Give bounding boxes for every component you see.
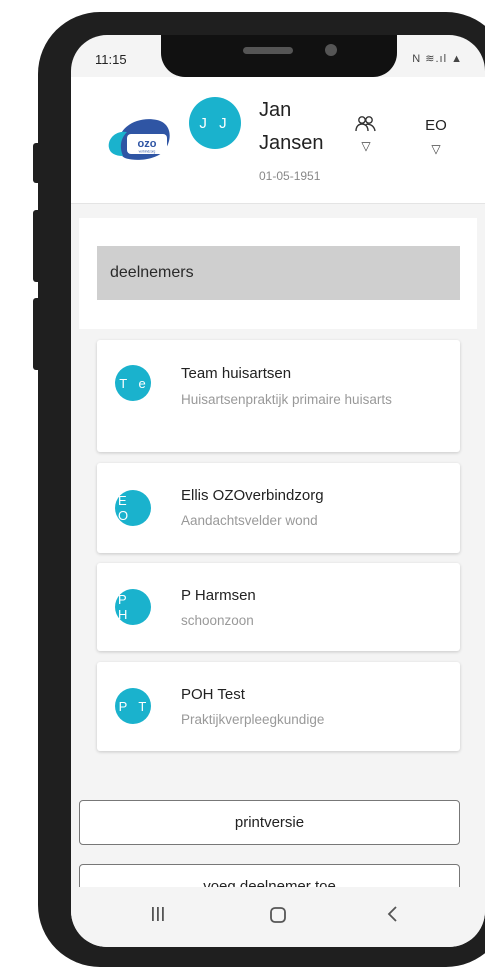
camera-notch [161,35,397,77]
participant-name: POH Test [181,686,245,703]
app-screen: 11:15 N ≋.ıl ▲ ozo verbindzorg J J Jan J… [71,35,485,947]
home-icon[interactable] [258,905,298,931]
participant-name: Team huisartsen [181,365,292,382]
participant-avatar: P H [115,589,151,625]
participants-section: deelnemers [79,218,477,329]
ozo-logo[interactable]: ozo verbindzorg [105,112,175,164]
phone-side-button [33,298,41,370]
logo-subtext: verbindzorg [139,150,156,154]
chevron-down-icon: ▽ [431,142,441,156]
participant-name: Ellis OZOverbindzorg [181,487,324,504]
android-nav-bar [71,887,485,947]
participant-role: Praktijkverpleegkundige [181,712,325,727]
participant-card[interactable]: T e Team huisartsen Huisartsenpraktijk p… [97,340,460,452]
participant-role: Huisartsenpraktijk primaire huisarts [181,392,392,407]
participant-role: Aandachtsvelder wond [181,513,318,528]
logo-text: ozo [138,138,157,150]
patient-first-name: Jan [259,99,292,121]
participant-avatar: T e [115,365,151,401]
status-time: 11:15 [95,52,127,67]
phone-side-button [33,210,41,282]
participant-card[interactable]: P T POH Test Praktijkverpleegkundige [97,662,460,751]
participant-avatar: E O [115,490,151,526]
status-icons: N ≋.ıl ▲ [412,53,463,65]
speaker-grille [243,47,293,54]
participant-card[interactable]: P H P Harmsen schoonzoon [97,563,460,651]
user-initials: EO [425,117,447,134]
patient-dob: 01-05-1951 [259,169,321,183]
patient-last-name: Jansen [259,132,324,154]
recent-apps-icon[interactable] [138,905,178,929]
participant-name: P Harmsen [181,587,256,604]
participants-menu-button[interactable]: ▽ [353,115,379,175]
front-camera [325,44,337,56]
status-bar: 11:15 N ≋.ıl ▲ [71,35,485,77]
section-title: deelnemers [97,246,460,300]
back-icon[interactable] [373,905,413,929]
patient-avatar: J J [189,97,241,149]
phone-side-button [33,143,41,183]
participant-card[interactable]: E O Ellis OZOverbindzorg Aandachtsvelder… [97,463,460,553]
chevron-down-icon: ▽ [361,139,371,153]
people-icon [355,116,376,132]
print-button[interactable]: printversie [79,800,460,845]
patient-header: ozo verbindzorg J J Jan Jansen 01-05-195… [71,77,485,204]
participant-role: schoonzoon [181,613,254,628]
user-menu-button[interactable]: EO ▽ [419,117,453,177]
participant-avatar: P T [115,688,151,724]
